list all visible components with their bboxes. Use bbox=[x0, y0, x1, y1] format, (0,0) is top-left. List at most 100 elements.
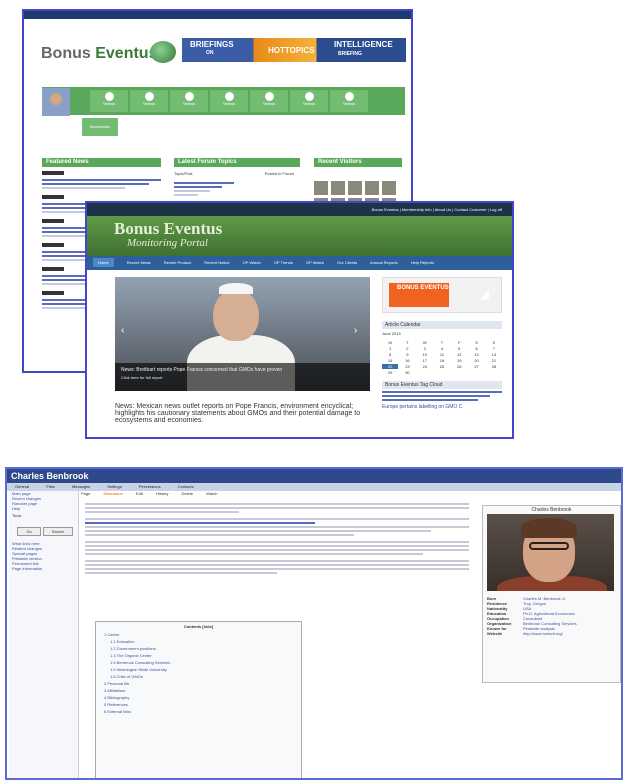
tile-5[interactable]: Videos bbox=[250, 90, 288, 112]
tab-page[interactable]: Page bbox=[81, 491, 90, 496]
go-button[interactable]: Go bbox=[17, 527, 41, 536]
toc-entry[interactable]: 1.5 Washington State University bbox=[96, 666, 301, 673]
toc-entry[interactable]: 3 Affiliations bbox=[96, 687, 301, 694]
calendar-date[interactable]: 27 bbox=[468, 364, 484, 369]
calendar-date[interactable]: 9 bbox=[399, 352, 415, 357]
search-button[interactable]: Search bbox=[43, 527, 73, 536]
nav-item[interactable]: Our Clients bbox=[337, 260, 357, 265]
calendar-date[interactable]: 29 bbox=[382, 370, 398, 375]
chevron-right-icon[interactable]: › bbox=[354, 325, 364, 337]
bonus-eventus-logo[interactable]: Bonus Eventus bbox=[41, 45, 157, 63]
calendar-date[interactable]: 25 bbox=[434, 364, 450, 369]
toc-entry[interactable]: 5 References bbox=[96, 701, 301, 708]
calendar-date[interactable]: 24 bbox=[417, 364, 433, 369]
briefings-banner[interactable]: BRIEFINGS ON HOTTOPICS INTELLIGENCE BRIE… bbox=[182, 38, 406, 62]
toc-entry[interactable]: 2 Personal life bbox=[96, 680, 301, 687]
sidebar-link[interactable]: Help bbox=[9, 506, 78, 511]
nav-item[interactable]: OP Watch bbox=[243, 260, 261, 265]
calendar-date[interactable]: 14 bbox=[486, 352, 502, 357]
calendar-date[interactable]: 22 bbox=[382, 364, 399, 369]
visitor-thumb[interactable] bbox=[314, 181, 328, 195]
toc-entry[interactable]: 1.4 Benbrook Consulting Services bbox=[96, 659, 301, 666]
tile-2[interactable]: Videos bbox=[130, 90, 168, 112]
calendar-date[interactable]: 18 bbox=[434, 358, 450, 363]
menu-item[interactable]: Messages bbox=[72, 484, 90, 489]
rss-card[interactable]: BONUS EVENTUS ◢ bbox=[382, 277, 502, 313]
menu-item[interactable]: Files bbox=[46, 484, 54, 489]
calendar-date[interactable]: 20 bbox=[468, 358, 484, 363]
tab-watch[interactable]: Watch bbox=[206, 491, 217, 496]
calendar-date[interactable]: 4 bbox=[434, 346, 450, 351]
infobox-value[interactable]: http://www.hortcrit.org/ bbox=[523, 631, 616, 636]
nav-item[interactable]: Recent Product bbox=[164, 260, 192, 265]
calendar-date[interactable]: 21 bbox=[486, 358, 502, 363]
visitor-thumb[interactable] bbox=[348, 181, 362, 195]
menu-item[interactable]: General bbox=[15, 484, 29, 489]
visitor-thumb[interactable] bbox=[365, 181, 379, 195]
tab-history[interactable]: History bbox=[156, 491, 168, 496]
tile-1[interactable]: Videos bbox=[90, 90, 128, 112]
nav-item[interactable]: OP Trends bbox=[274, 260, 293, 265]
news-slideshow[interactable]: ‹ › News: Breitbart reports Pope Francis… bbox=[115, 277, 370, 391]
tile-4[interactable]: Videos bbox=[210, 90, 248, 112]
calendar-date[interactable]: 8 bbox=[382, 352, 398, 357]
toc-entry[interactable]: 1.3 The Organic Center bbox=[96, 652, 301, 659]
tab-discussion[interactable]: Discussion bbox=[103, 491, 122, 496]
calendar-date[interactable]: 17 bbox=[417, 358, 433, 363]
wiki-tabs: Page Discussion Edit History Delete Watc… bbox=[81, 491, 229, 497]
calendar-date[interactable]: 19 bbox=[451, 358, 467, 363]
calendar-date[interactable]: 6 bbox=[468, 346, 484, 351]
chevron-left-icon[interactable]: ‹ bbox=[121, 325, 131, 337]
banner-intelligence: INTELLIGENCE bbox=[334, 40, 393, 49]
tab-edit[interactable]: Edit bbox=[136, 491, 143, 496]
user-avatar[interactable] bbox=[42, 88, 70, 116]
nav-item[interactable]: Recent Notice bbox=[204, 260, 229, 265]
nav-home[interactable]: Home bbox=[93, 258, 114, 267]
nav-item[interactable]: Recent News bbox=[127, 260, 151, 265]
toc-entry[interactable]: 4 Bibliography bbox=[96, 694, 301, 701]
calendar-date[interactable]: 13 bbox=[468, 352, 484, 357]
menu-item[interactable]: Contacts bbox=[178, 484, 194, 489]
toc-entry[interactable]: 6 External links bbox=[96, 708, 301, 715]
toc-entry[interactable]: 1.6 Critic of GMOs bbox=[96, 673, 301, 680]
toc-entry[interactable]: 1.1 Education bbox=[96, 638, 301, 645]
calendar-date[interactable]: 5 bbox=[451, 346, 467, 351]
tile-6[interactable]: Videos bbox=[290, 90, 328, 112]
portal-top-links[interactable]: Bonus Eventus | Membership Info | About … bbox=[87, 203, 512, 216]
news-item[interactable] bbox=[42, 179, 161, 189]
calendar-date[interactable]: 23 bbox=[399, 364, 415, 369]
slide-caption-link[interactable]: Click here for full report bbox=[121, 375, 364, 380]
slide-caption-text: News: Breitbart reports Pope Francis con… bbox=[121, 367, 283, 373]
calendar-date[interactable]: 15 bbox=[382, 358, 398, 363]
forum-topic-item[interactable] bbox=[174, 182, 234, 196]
calendar-date[interactable]: 16 bbox=[399, 358, 415, 363]
menu-item[interactable]: Settings bbox=[107, 484, 121, 489]
tag-cloud[interactable] bbox=[382, 391, 502, 401]
calendar-date[interactable]: 26 bbox=[451, 364, 467, 369]
calendar-date[interactable]: 2 bbox=[399, 346, 415, 351]
calendar-date[interactable]: 30 bbox=[399, 370, 415, 375]
nav-item[interactable]: OP Watch bbox=[306, 260, 324, 265]
calendar-date[interactable]: 1 bbox=[382, 346, 398, 351]
tile-3[interactable]: Videos bbox=[170, 90, 208, 112]
visitor-thumb[interactable] bbox=[382, 181, 396, 195]
sidebar-note[interactable]: Europe pertains labelling on GMO C bbox=[382, 404, 502, 410]
story-title[interactable]: News: Mexican news outlet reports on Pop… bbox=[115, 403, 370, 424]
sidebar-link[interactable]: Page information bbox=[9, 566, 78, 571]
calendar-date[interactable]: 10 bbox=[417, 352, 433, 357]
calendar-date[interactable]: 11 bbox=[434, 352, 450, 357]
tile-7[interactable]: Videos bbox=[330, 90, 368, 112]
menu-item[interactable]: Permissions bbox=[139, 484, 161, 489]
toc-entry[interactable]: 1 Career bbox=[96, 631, 301, 638]
visitor-thumb[interactable] bbox=[331, 181, 345, 195]
nav-item[interactable]: Help Reports bbox=[411, 260, 434, 265]
tab-delete[interactable]: Delete bbox=[182, 491, 194, 496]
calendar-date[interactable]: 7 bbox=[486, 346, 502, 351]
calendar-date[interactable]: 28 bbox=[486, 364, 502, 369]
toc-entry[interactable]: 1.2 Government positions bbox=[96, 645, 301, 652]
table-of-contents: Contents [hide] 1 Career 1.1 Education 1.2… bbox=[95, 621, 302, 778]
calendar-date[interactable]: 3 bbox=[417, 346, 433, 351]
nav-item[interactable]: Annual Reports bbox=[370, 260, 398, 265]
calendar-date[interactable]: 12 bbox=[451, 352, 467, 357]
bookmarks-tile[interactable]: Bookmarks bbox=[82, 118, 118, 136]
